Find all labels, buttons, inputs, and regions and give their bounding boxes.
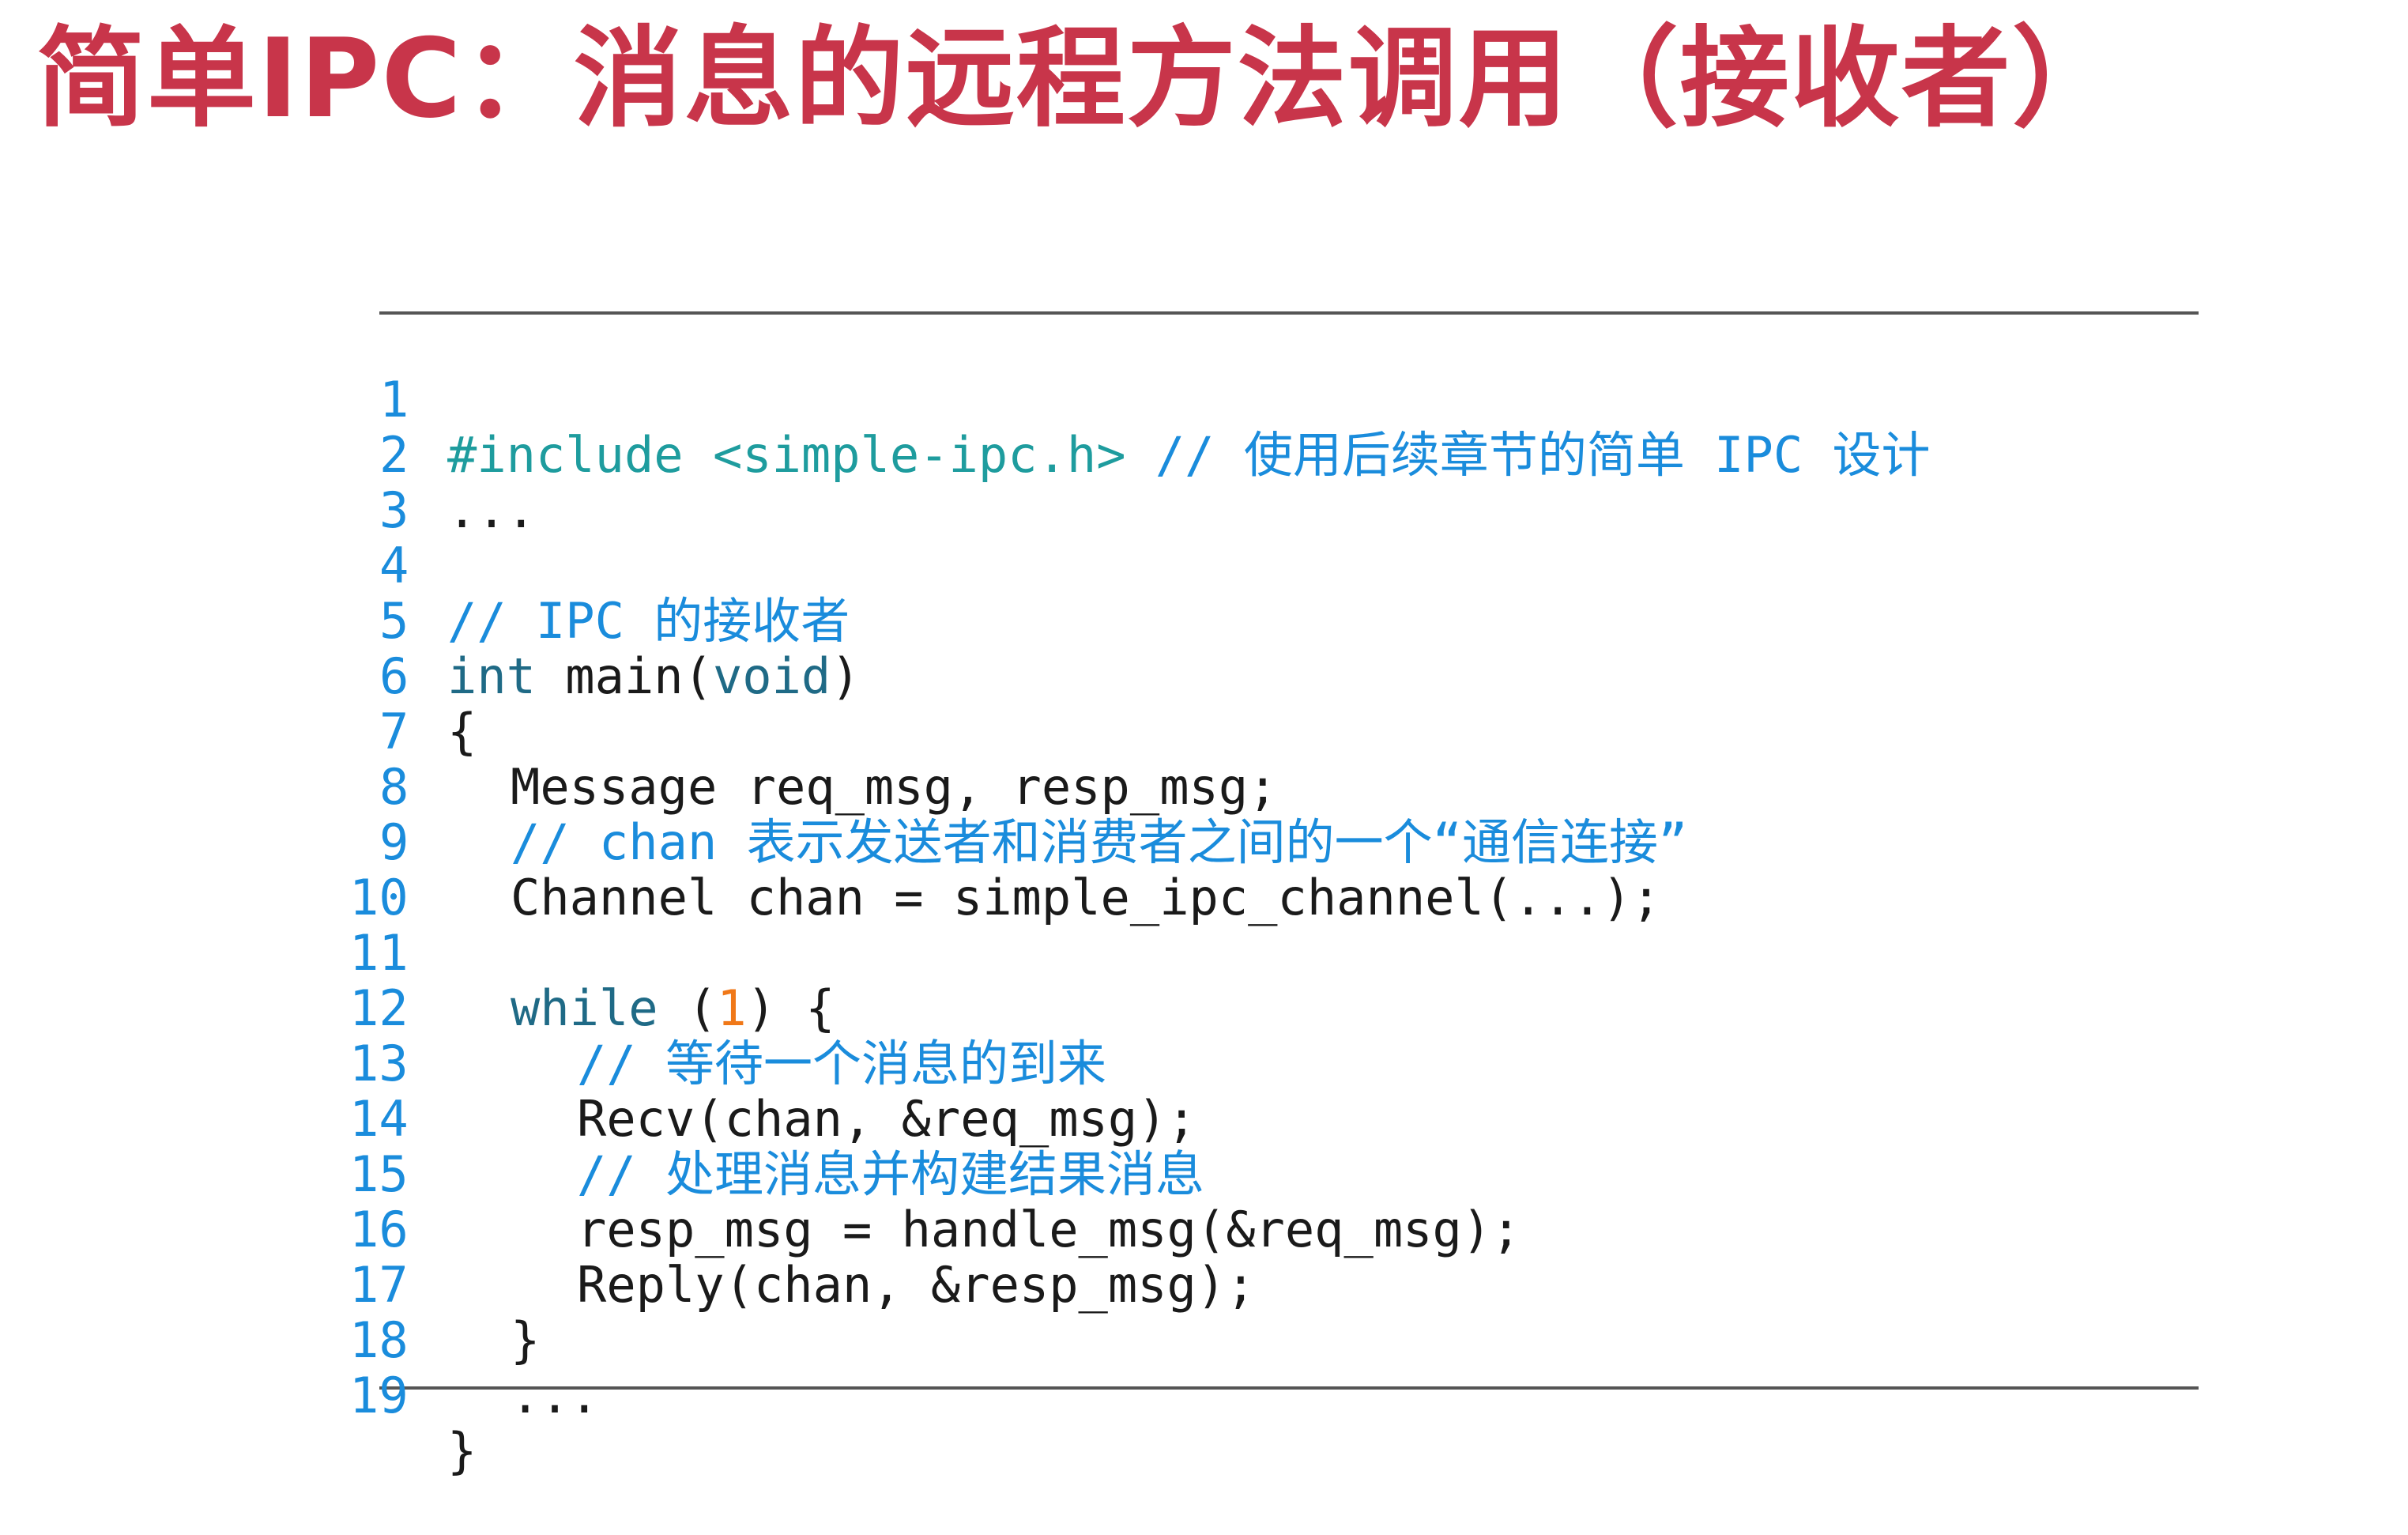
code-line: 15 resp_msg = handle_msg(&req_msg); bbox=[349, 1092, 2199, 1258]
code-line: 7 Message req_msg, resp_msg; bbox=[379, 649, 2199, 815]
code-line: 3 bbox=[379, 428, 2199, 538]
code-line: 16 Reply(chan, &resp_msg); bbox=[349, 1147, 2199, 1313]
code-line: 4 // IPC 的接收者 bbox=[379, 483, 2199, 649]
code-line: 13 Recv(chan, &req_msg); bbox=[349, 981, 2199, 1147]
code-line: 19 } bbox=[349, 1313, 2199, 1479]
code-listing: 1 #include <simple-ipc.h> // 使用后续章节的简单 I… bbox=[349, 311, 2199, 1479]
code-line: 10 bbox=[349, 815, 2199, 926]
code-line: 17 } bbox=[349, 1202, 2199, 1368]
slide-title: 简单IPC：消息的远程方法调用（接收者） bbox=[36, 15, 2123, 142]
line-number: 19 bbox=[349, 1367, 409, 1424]
code-brace: } bbox=[447, 1422, 477, 1480]
code-line: 5 int main(void) bbox=[379, 538, 2199, 704]
code-line: 12 // 等待一个消息的到来 bbox=[349, 926, 2199, 1092]
code-line: 2 ... bbox=[379, 372, 2199, 538]
code-line: 8 // chan 表示发送者和消费者之间的一个“通信连接” bbox=[379, 704, 2199, 870]
code-line: 11 while (1) { bbox=[349, 870, 2199, 1036]
code-line: 18 ... bbox=[349, 1258, 2199, 1424]
code-lines: 1 #include <simple-ipc.h> // 使用后续章节的简单 I… bbox=[349, 317, 2199, 1479]
code-line: 6 { bbox=[379, 594, 2199, 760]
code-line: 14 // 处理消息并构建结果消息 bbox=[349, 1036, 2199, 1202]
code-line: 1 #include <simple-ipc.h> // 使用后续章节的简单 I… bbox=[379, 317, 2199, 483]
code-text: } bbox=[447, 1424, 477, 1479]
code-line: 9 Channel chan = simple_ipc_channel(...)… bbox=[379, 760, 2199, 926]
